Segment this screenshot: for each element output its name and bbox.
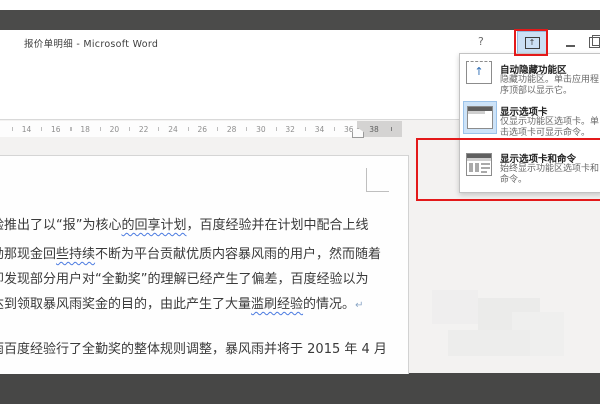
- ruler-number: 24: [168, 125, 178, 134]
- ruler-number: 34: [315, 125, 325, 134]
- window-title: 报价单明细 - Microsoft Word: [24, 36, 158, 50]
- ruler-number: 32: [285, 125, 295, 134]
- minimize-button[interactable]: [566, 45, 575, 47]
- document-text-line[interactable]: 达到领取暴风雨奖金的目的，由此产生了大量滥刷经验的情况。↵: [0, 296, 363, 314]
- annotation-box-ribbon-button: [514, 29, 548, 56]
- document-text-line[interactable]: 验推出了以“报”为核心的回享计划，百度经验并在计划中配合上线: [0, 217, 369, 234]
- menu-item-description: 仅显示功能区选项卡。单击选项卡可显示命令。: [500, 117, 600, 138]
- document-text-line[interactable]: 励那现金回些持续不断为平台贡献优质内容暴风雨的用户，然而随着: [0, 246, 381, 263]
- top-dark-bar: [0, 10, 600, 30]
- document-text-line[interactable]: 雨百度经验行了全勤奖的整体规则调整，暴风雨并将于 2015 年 4 月: [0, 341, 387, 358]
- ruler-number: 14: [22, 125, 32, 134]
- blurred-watermark: [448, 330, 530, 356]
- document-text-line[interactable]: 即发现部分用户对“全勤奖”的理解已经产生了偏差，百度经验以为: [0, 271, 369, 288]
- text-margin-corner-mark: [366, 168, 389, 192]
- ruler-number: 16: [51, 125, 61, 134]
- menu-item-description: 隐藏功能区。单击应用程序顶部以显示它。: [500, 75, 600, 96]
- ruler-number: 36: [344, 125, 354, 134]
- ruler-number: 28: [227, 125, 237, 134]
- ruler-number: 20: [110, 125, 120, 134]
- menu-item-title: 自动隐藏功能区: [500, 62, 567, 76]
- ruler-margin-number: 38: [369, 125, 379, 134]
- restore-button[interactable]: [589, 37, 600, 48]
- ruler-number: 30: [256, 125, 266, 134]
- blurred-watermark: [432, 290, 478, 324]
- show-tabs-icon: [467, 106, 493, 129]
- auto-hide-ribbon-icon: ↑: [466, 61, 492, 84]
- ruler-number: 22: [139, 125, 149, 134]
- horizontal-ruler[interactable]: 38 14 16 18 20 22 24 26 28 30 32 34 36: [0, 121, 402, 137]
- ruler-number: 18: [80, 125, 90, 134]
- ruler-number: 26: [198, 125, 208, 134]
- bottom-task-bar: [0, 373, 600, 404]
- help-button[interactable]: ?: [478, 35, 484, 48]
- annotation-box-show-tabs-and-commands: [416, 138, 600, 201]
- menu-item-title: 显示选项卡: [500, 104, 548, 118]
